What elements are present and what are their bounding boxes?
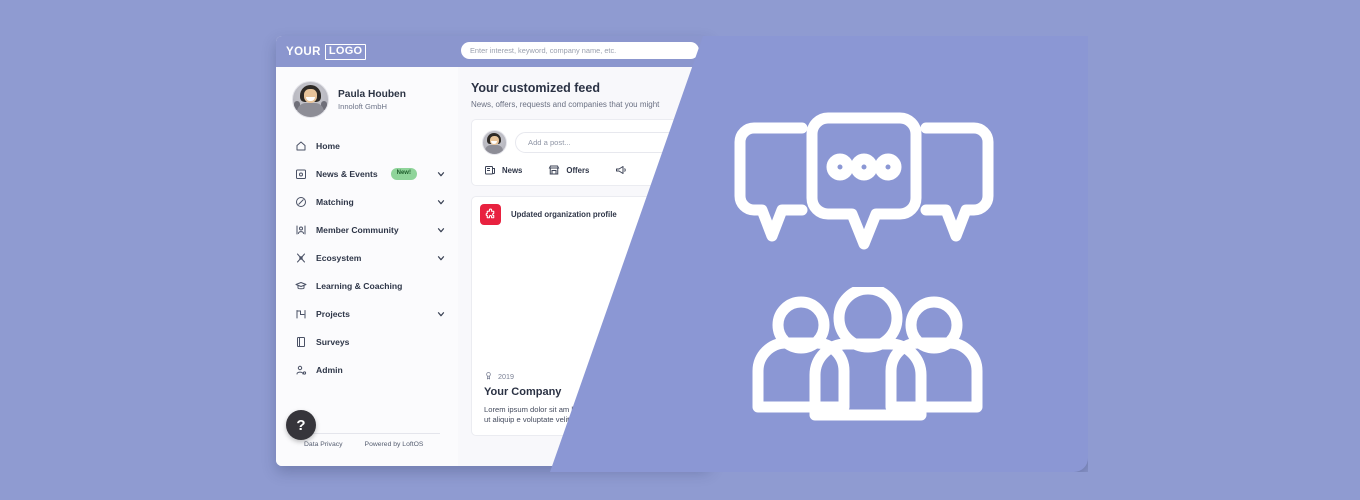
store-icon [548, 164, 560, 176]
app-window: YOUR LOGO Paula Houben Innoloft GmbH [276, 36, 710, 466]
sidebar-item-news-events[interactable]: News & Events New! [276, 160, 458, 188]
sidebar: Paula Houben Innoloft GmbH Home News & E… [276, 67, 458, 466]
badge-icon [484, 371, 493, 382]
company-preview: 2019 Your Company Lorem ipsum dolor sit … [484, 371, 709, 425]
three-people-icon [752, 283, 983, 421]
powered-by-label: Powered by LoftOS [364, 441, 424, 448]
sidebar-item-home[interactable]: Home [276, 132, 458, 160]
status-badge: New! [390, 168, 417, 180]
search-input[interactable] [461, 42, 699, 59]
calendar-icon [295, 168, 307, 180]
post-composer: Add a post... News Offers [471, 119, 710, 186]
company-name: Your Company [484, 385, 562, 398]
avatar [482, 130, 507, 155]
chevron-down-icon[interactable] [436, 225, 446, 235]
feed-post-card[interactable]: Updated organization profile 2019 Your C… [471, 196, 710, 436]
composer-action-offers[interactable]: Offers [548, 164, 589, 176]
feed-panel: Your customized feed News, offers, reque… [458, 67, 710, 466]
community-icon [295, 224, 307, 236]
composer-action-label: News [502, 165, 523, 175]
match-circle-icon [295, 196, 307, 208]
network-icon [295, 252, 307, 264]
sidebar-item-label: Admin [316, 365, 343, 375]
three-chat-bubbles-icon [734, 112, 994, 250]
post-headline: Updated organization profile [511, 210, 617, 219]
avatar [292, 81, 329, 118]
chevron-down-icon[interactable] [436, 169, 446, 179]
banner-canvas: YOUR LOGO Paula Houben Innoloft GmbH [0, 0, 1360, 500]
profile-organization: Innoloft GmbH [338, 101, 387, 111]
logo-boxed-text: LOGO [324, 43, 367, 60]
overlay-icon-group [730, 110, 1010, 427]
sidebar-item-ecosystem[interactable]: Ecosystem [276, 244, 458, 272]
sidebar-item-label: Learning & Coaching [316, 281, 403, 291]
sidebar-item-label: Member Community [316, 225, 399, 235]
chevron-down-icon[interactable] [436, 309, 446, 319]
brand-logo[interactable]: YOUR LOGO [286, 43, 367, 60]
profile-name: Paula Houben [338, 88, 406, 100]
projects-icon [295, 308, 307, 320]
company-description: Lorem ipsum dolor sit am labore et dolor… [484, 404, 688, 424]
megaphone-icon [615, 164, 627, 176]
chevron-down-icon[interactable] [436, 253, 446, 263]
logo-primary-text: YOUR [286, 45, 321, 58]
home-icon [295, 140, 307, 152]
sidebar-item-projects[interactable]: Projects [276, 300, 458, 328]
help-button[interactable]: ? [286, 410, 316, 440]
app-header: YOUR LOGO [276, 36, 710, 67]
sidebar-item-admin[interactable]: Admin [276, 356, 458, 384]
composer-action-news[interactable]: News [484, 164, 522, 176]
sidebar-item-label: Projects [316, 309, 350, 319]
sidebar-item-label: News & Events [316, 169, 378, 179]
company-year-row: 2019 [484, 371, 709, 382]
sidebar-nav: Home News & Events New! Matching Member … [276, 132, 458, 384]
add-post-input[interactable]: Add a post... [515, 132, 705, 153]
composer-action-requests[interactable] [615, 164, 633, 176]
sidebar-item-surveys[interactable]: Surveys [276, 328, 458, 356]
chevron-down-icon[interactable] [436, 197, 446, 207]
sidebar-item-matching[interactable]: Matching [276, 188, 458, 216]
sidebar-item-label: Ecosystem [316, 253, 362, 263]
survey-icon [295, 336, 307, 348]
sidebar-item-label: Matching [316, 197, 354, 207]
graduation-cap-icon [295, 280, 307, 292]
sidebar-item-label: Home [316, 141, 340, 151]
profile-summary[interactable]: Paula Houben Innoloft GmbH [276, 67, 458, 118]
data-privacy-link[interactable]: Data Privacy [304, 441, 343, 448]
puzzle-piece-icon [480, 204, 501, 225]
page-title: Your customized feed [471, 81, 600, 95]
sidebar-item-label: Surveys [316, 337, 350, 347]
admin-user-icon [295, 364, 307, 376]
sidebar-item-member-community[interactable]: Member Community [276, 216, 458, 244]
sidebar-item-learning-coaching[interactable]: Learning & Coaching [276, 272, 458, 300]
divider [294, 433, 440, 434]
company-year: 2019 [498, 371, 514, 381]
page-subtitle: News, offers, requests and companies tha… [471, 100, 660, 109]
news-icon [484, 164, 496, 176]
composer-action-label: Offers [566, 165, 590, 175]
